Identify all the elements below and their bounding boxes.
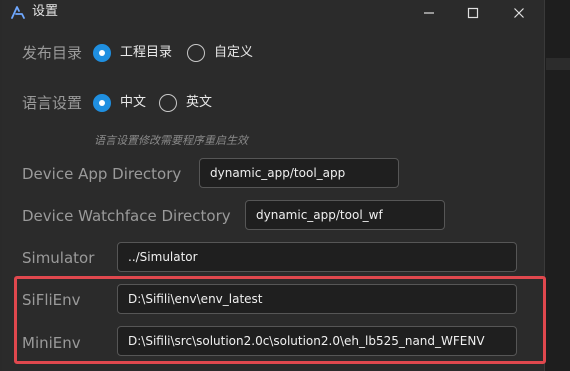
close-icon xyxy=(513,4,525,23)
sifli-env-input[interactable]: D:\Sifili\env\env_latest xyxy=(117,284,517,314)
radio-english-label[interactable]: 英文 xyxy=(186,94,212,112)
device-app-dir-label: Device App Directory xyxy=(22,165,182,183)
background-window xyxy=(545,0,570,371)
title-bar[interactable]: 设置 xyxy=(2,0,544,26)
radio-english[interactable] xyxy=(159,94,177,112)
sifli-env-label: SiFliEnv xyxy=(22,291,81,309)
publish-dir-label: 发布目录 xyxy=(22,44,83,62)
simulator-input[interactable]: ../Simulator xyxy=(117,242,517,272)
radio-chinese-label[interactable]: 中文 xyxy=(120,94,146,112)
maximize-icon xyxy=(467,4,479,23)
radio-custom-dir-label[interactable]: 自定义 xyxy=(214,44,253,62)
device-watchface-dir-input[interactable]: dynamic_app/tool_wf xyxy=(245,200,445,230)
device-watchface-dir-label: Device Watchface Directory xyxy=(22,207,231,225)
window-title: 设置 xyxy=(32,4,59,19)
app-logo-icon xyxy=(10,5,25,20)
radio-project-dir[interactable] xyxy=(93,44,111,62)
mini-env-label: MiniEnv xyxy=(22,334,81,352)
radio-chinese[interactable] xyxy=(93,94,111,112)
language-label: 语言设置 xyxy=(22,94,83,112)
settings-dialog: 设置 发布目录 工程目录 自定义 语言设置 中文 英文 语言设置修改需要程序重启… xyxy=(2,0,545,371)
language-restart-hint: 语言设置修改需要程序重启生效 xyxy=(94,134,248,147)
radio-custom-dir[interactable] xyxy=(187,44,205,62)
radio-project-dir-label[interactable]: 工程目录 xyxy=(120,44,172,62)
minimize-button[interactable] xyxy=(407,0,451,26)
close-button[interactable] xyxy=(497,0,541,26)
background-window-bar xyxy=(546,58,570,70)
maximize-button[interactable] xyxy=(451,0,495,26)
minimize-icon xyxy=(423,4,435,23)
device-app-dir-input[interactable]: dynamic_app/tool_app xyxy=(199,158,399,188)
simulator-label: Simulator xyxy=(22,249,95,267)
mini-env-input[interactable]: D:\Sifili\src\solution2.0c\solution2.0\e… xyxy=(117,326,517,356)
